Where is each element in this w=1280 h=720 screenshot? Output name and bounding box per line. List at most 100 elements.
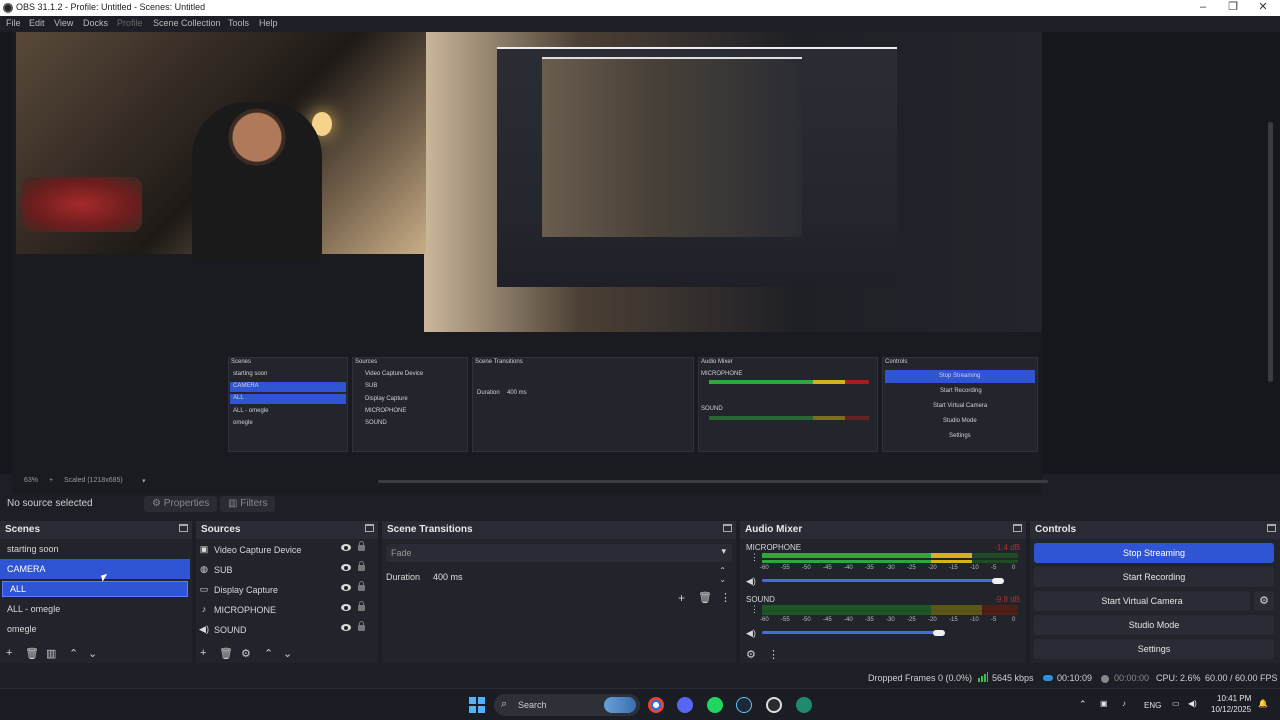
undock-icon[interactable] — [723, 524, 732, 532]
source-row[interactable]: ◍ SUB — [196, 560, 376, 580]
scene-item[interactable]: starting soon — [0, 539, 190, 559]
stop-streaming-button[interactable]: Stop Streaming — [1034, 543, 1274, 563]
preview-area[interactable]: Scenes starting soon CAMERA ALL ALL - om… — [0, 32, 1280, 496]
trash-icon[interactable]: 🗑 — [25, 647, 39, 660]
menu-profile[interactable]: Profile — [117, 18, 143, 28]
source-row[interactable]: ▣ Video Capture Device — [196, 540, 376, 560]
language-indicator[interactable]: ENG — [1144, 701, 1161, 710]
scale-tick-label: -15 — [949, 617, 958, 623]
scene-item-selected[interactable]: CAMERA — [0, 559, 190, 579]
app-globe-icon[interactable] — [796, 697, 812, 713]
scene-item[interactable]: ALL — [2, 581, 188, 597]
transition-select[interactable]: Fade ▾ — [386, 544, 732, 562]
menu-tools[interactable]: Tools — [228, 18, 249, 28]
spin-up-icon[interactable]: ⌃ — [719, 566, 726, 575]
properties-button[interactable]: ⚙ Properties — [144, 496, 218, 512]
source-row[interactable]: ◀) SOUND — [196, 620, 376, 640]
menu-file[interactable]: File — [6, 18, 21, 28]
tray-mic-icon[interactable]: ♪ — [1122, 699, 1126, 708]
speaker-icon[interactable]: ◀) — [746, 628, 756, 639]
preview-canvas[interactable]: Scenes starting soon CAMERA ALL ALL - om… — [12, 32, 1042, 496]
zoom-in-button[interactable]: + — [49, 477, 53, 484]
speaker-icon[interactable]: ◀) — [746, 576, 756, 587]
settings-button[interactable]: Settings — [1034, 639, 1274, 659]
eye-icon[interactable] — [341, 564, 351, 571]
volume-fader-knob[interactable] — [991, 578, 1004, 584]
eye-icon[interactable] — [341, 604, 351, 611]
filters-button[interactable]: ▥ Filters — [220, 496, 276, 512]
chrome-icon[interactable] — [648, 697, 664, 713]
volume-icon[interactable]: ◀) — [1188, 699, 1197, 708]
menu-scene-collection[interactable]: Scene Collection — [153, 18, 221, 28]
move-up-icon[interactable]: ⌃ — [264, 647, 273, 660]
add-transition-icon[interactable]: + — [678, 591, 685, 605]
virtual-camera-settings-gear-icon[interactable]: ⚙ — [1254, 591, 1274, 611]
studio-mode-button[interactable]: Studio Mode — [1034, 615, 1274, 635]
spotify-icon[interactable] — [707, 697, 723, 713]
obs-icon[interactable] — [766, 697, 782, 713]
close-button[interactable]: ✕ — [1248, 0, 1278, 16]
lock-icon[interactable] — [358, 601, 365, 611]
undock-icon[interactable] — [1267, 524, 1276, 532]
volume-fader-track[interactable] — [762, 579, 998, 582]
volume-fader-track[interactable] — [762, 631, 939, 634]
windows-start-icon[interactable] — [469, 697, 485, 713]
move-down-icon[interactable]: ⌄ — [88, 647, 97, 660]
tray-overflow-icon[interactable]: ⌃ — [1079, 699, 1087, 710]
scale-tick-label: -10 — [970, 565, 979, 571]
advanced-audio-gear-icon[interactable]: ⚙ — [746, 648, 756, 661]
taskbar-search[interactable]: ⌕ Search — [494, 694, 640, 716]
scene-item[interactable]: omegle — [0, 619, 190, 639]
undock-icon[interactable] — [365, 524, 374, 532]
lock-icon[interactable] — [358, 541, 365, 551]
volume-fader-knob[interactable] — [932, 630, 945, 636]
minimize-button[interactable]: – — [1188, 0, 1218, 16]
start-virtual-camera-button[interactable]: Start Virtual Camera — [1034, 591, 1250, 611]
scene-filters-icon[interactable]: ▥ — [46, 647, 56, 660]
notification-bell-icon[interactable]: 🔔 — [1258, 699, 1268, 708]
duration-input[interactable]: 400 ms ⌃ ⌄ — [428, 566, 732, 586]
tray-app-icon[interactable]: ▣ — [1100, 699, 1108, 708]
lock-icon[interactable] — [358, 621, 365, 631]
steam-icon[interactable] — [736, 697, 752, 713]
undock-icon[interactable] — [179, 524, 188, 532]
preview-scrollbar[interactable] — [1268, 122, 1273, 382]
move-up-icon[interactable]: ⌃ — [69, 647, 78, 660]
gear-icon[interactable]: ⚙ — [241, 647, 251, 660]
scenes-dock: Scenes starting soon CAMERA ALL ALL - om… — [0, 521, 192, 663]
menu-help[interactable]: Help — [259, 18, 278, 28]
add-icon[interactable]: + — [200, 647, 206, 659]
chevron-down-icon: ▾ — [721, 546, 726, 556]
trash-icon[interactable]: 🗑 — [698, 591, 712, 604]
add-icon[interactable]: + — [6, 647, 12, 659]
source-row[interactable]: ▭ Display Capture — [196, 580, 376, 600]
undock-icon[interactable] — [1013, 524, 1022, 532]
zoom-level[interactable]: 63% — [24, 477, 38, 484]
move-down-icon[interactable]: ⌄ — [283, 647, 292, 660]
start-recording-button[interactable]: Start Recording — [1034, 567, 1274, 587]
source-row[interactable]: ♪ MICROPHONE — [196, 600, 376, 620]
clock-time[interactable]: 10:41 PM — [1217, 694, 1251, 703]
clock-date[interactable]: 10/12/2025 — [1211, 705, 1251, 714]
more-options-icon[interactable]: ⋮ — [768, 648, 779, 661]
spin-down-icon[interactable]: ⌄ — [719, 575, 726, 584]
menu-edit[interactable]: Edit — [29, 18, 45, 28]
eye-icon[interactable] — [341, 624, 351, 631]
maximize-button[interactable]: ❐ — [1218, 0, 1248, 16]
network-icon[interactable]: ▭ — [1172, 699, 1180, 708]
lock-icon[interactable] — [358, 581, 365, 591]
eye-icon[interactable] — [341, 584, 351, 591]
trash-icon[interactable]: 🗑 — [219, 647, 233, 660]
channel-menu-icon[interactable]: ⋮ — [750, 604, 759, 615]
more-options-icon[interactable]: ⋮ — [720, 591, 731, 604]
channel-menu-icon[interactable]: ⋮ — [750, 552, 759, 563]
discord-icon[interactable] — [677, 697, 693, 713]
menu-view[interactable]: View — [54, 18, 73, 28]
eye-icon[interactable] — [341, 544, 351, 551]
menu-docks[interactable]: Docks — [83, 18, 108, 28]
scene-item[interactable]: ALL - omegle — [0, 599, 190, 619]
recursive-preview-deep — [542, 57, 802, 237]
scale-dropdown-icon[interactable]: ▾ — [142, 477, 146, 485]
lock-icon[interactable] — [358, 561, 365, 571]
preview-h-scrollbar[interactable] — [378, 480, 1048, 483]
